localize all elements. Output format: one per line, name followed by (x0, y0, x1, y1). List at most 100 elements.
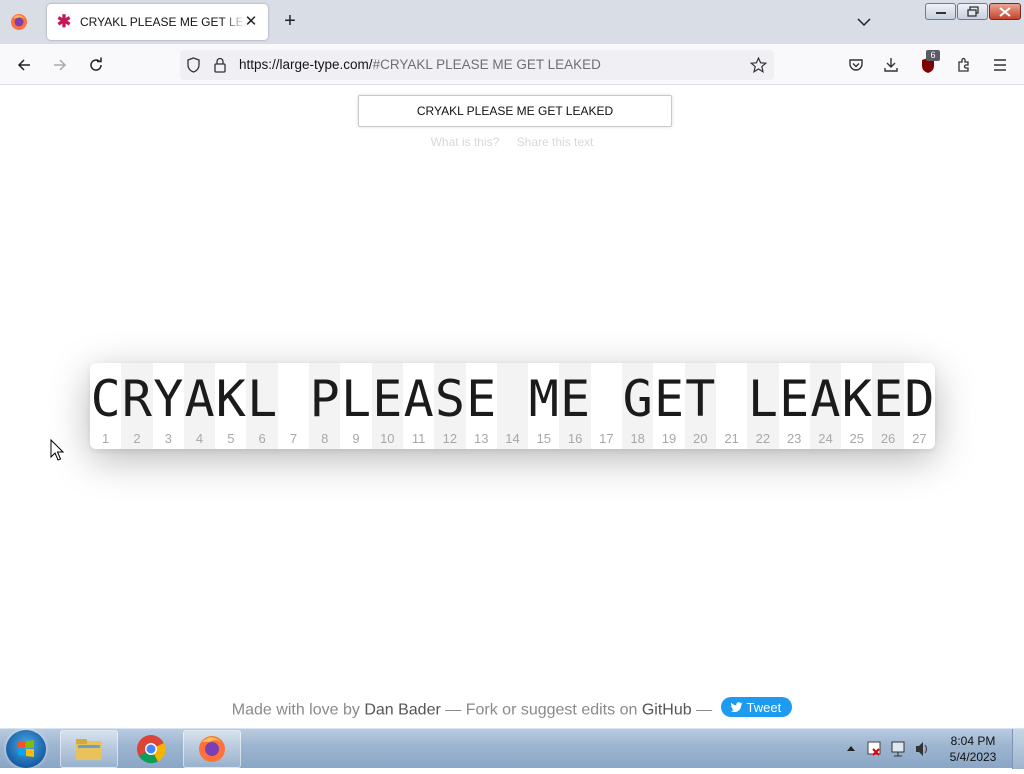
large-type-character: E (653, 370, 685, 428)
close-tab-icon[interactable]: ✕ (243, 14, 259, 30)
author-link[interactable]: Dan Bader (364, 702, 441, 719)
windows-logo-icon (18, 740, 34, 757)
taskbar-firefox-button[interactable] (183, 730, 241, 768)
large-type-character: M (528, 370, 559, 428)
window-restore-button[interactable] (957, 3, 988, 20)
large-type-char-cell: R2 (121, 363, 153, 449)
show-desktop-button[interactable] (1012, 729, 1024, 769)
firefox-view-icon[interactable] (6, 10, 32, 34)
large-type-char-cell: 14 (496, 363, 529, 449)
large-type-char-cell: L9 (340, 363, 371, 449)
large-type-character: E (560, 370, 591, 428)
page-footer: Made with love by Dan Bader — Fork or su… (0, 697, 1024, 720)
new-tab-plus-icon[interactable]: + (280, 11, 300, 31)
system-clock[interactable]: 8:04 PM 5/4/2023 (940, 733, 1006, 765)
large-type-char-cell: P8 (309, 363, 341, 449)
large-type-char-cell: K 25 (841, 363, 872, 449)
character-index-number: 17 (599, 431, 614, 446)
back-arrow-icon[interactable] (11, 52, 37, 78)
ublock-count-badge: 6 (926, 50, 940, 61)
github-link[interactable]: GitHub (642, 702, 692, 719)
character-index-number: 26 (880, 431, 896, 446)
large-type-char-cell: Y3 (153, 363, 184, 449)
bookmark-star-icon[interactable] (749, 56, 768, 78)
footer-dash: — (445, 701, 462, 719)
large-type-character: Y (153, 370, 184, 428)
character-index-number: 6 (258, 431, 266, 446)
mouse-pointer-icon (50, 438, 65, 466)
large-type-char-cell: T 20 (684, 363, 716, 449)
character-index-number: 1 (102, 431, 110, 446)
large-type-character: E (372, 370, 403, 428)
network-icon[interactable] (891, 741, 905, 757)
large-type-char-cell: M 15 (528, 363, 559, 449)
windows-taskbar: 8:04 PM 5/4/2023 (0, 728, 1024, 769)
address-bar[interactable]: https://large-type.com/#CRYAKL PLEASE ME… (180, 50, 774, 80)
character-index-number: 9 (352, 431, 360, 446)
large-type-char-cell: L 22 (747, 363, 779, 449)
character-index-number: 14 (505, 431, 520, 446)
clock-time: 8:04 PM (950, 734, 996, 748)
character-index-number: 7 (289, 431, 298, 446)
share-this-text-link[interactable]: Share this text (517, 135, 594, 149)
footer-made-with-text: Made with love by (231, 701, 360, 719)
url-text[interactable]: https://large-type.com/#CRYAKL PLEASE ME… (239, 57, 601, 72)
large-type-display: C1R2Y3A4K5L6 7 P 8 L 9 E 10 A 11 S 12 E 13 14 M 15 E 16 … (90, 363, 935, 449)
extensions-puzzle-icon[interactable] (951, 52, 977, 78)
character-index-number: 27 (912, 431, 927, 446)
taskbar-chrome-button[interactable] (122, 730, 180, 768)
large-type-char-cell: E 19 (653, 363, 684, 449)
hamburger-menu-icon[interactable] (987, 52, 1013, 78)
large-type-character: A (403, 370, 434, 428)
large-type-character: E (873, 370, 904, 428)
character-index-number: 22 (755, 431, 771, 446)
large-type-character: T (685, 370, 716, 428)
what-is-this-link[interactable]: What is this? (431, 135, 500, 149)
character-index-number: 2 (133, 431, 141, 446)
character-index-number: 21 (724, 431, 739, 446)
character-index-number: 16 (567, 431, 583, 446)
action-center-flag-icon[interactable] (867, 741, 881, 756)
forward-arrow-icon[interactable] (47, 52, 73, 78)
reload-icon[interactable] (83, 52, 109, 78)
chrome-icon (137, 735, 166, 764)
footer-fork-text: Fork or suggest edits on (465, 701, 638, 719)
large-type-character: L (747, 370, 778, 428)
large-type-character: A (810, 370, 841, 428)
window-close-button[interactable] (989, 3, 1021, 20)
clock-date: 5/4/2023 (949, 750, 997, 764)
large-type-character: E (466, 370, 497, 428)
list-all-tabs-chevron-icon[interactable] (856, 14, 872, 30)
taskbar-explorer-button[interactable] (60, 730, 118, 768)
start-button[interactable] (6, 730, 46, 768)
character-index-number: 5 (227, 431, 235, 446)
lock-icon[interactable] (213, 57, 227, 78)
pocket-icon[interactable] (843, 52, 869, 78)
window-minimize-button[interactable] (925, 3, 956, 20)
character-index-number: 19 (661, 431, 677, 446)
large-type-character: P (309, 370, 340, 428)
show-hidden-icons-icon[interactable] (847, 746, 855, 751)
large-type-character: K (841, 370, 872, 428)
character-index-number: 20 (693, 431, 708, 446)
help-links: What is this? Share this text (0, 135, 1024, 149)
tracking-protection-shield-icon[interactable] (186, 57, 201, 78)
large-type-char-cell: E 13 (466, 363, 497, 449)
large-type-char-cell: E 26 (872, 363, 904, 449)
character-index-number: 25 (849, 431, 864, 446)
twitter-bird-icon (730, 701, 742, 712)
volume-icon[interactable] (916, 742, 927, 756)
large-type-char-cell: A 24 (809, 363, 842, 449)
system-tray (840, 729, 940, 769)
large-type-char-cell: 17 (591, 363, 622, 449)
folder-icon (76, 739, 102, 760)
downloads-icon[interactable] (878, 52, 904, 78)
large-type-char-cell: G 18 (622, 363, 654, 449)
tweet-button[interactable]: Tweet (720, 697, 793, 717)
large-type-text-input[interactable] (358, 95, 672, 127)
tab-title: CRYAKL PLEASE ME GET LEAKED (80, 15, 246, 29)
large-type-char-cell: 21 (716, 363, 747, 449)
tab-active[interactable]: ✱ CRYAKL PLEASE ME GET LEAKED ✕ (47, 4, 268, 40)
firefox-icon (199, 736, 225, 762)
character-index-number: 15 (536, 431, 552, 446)
